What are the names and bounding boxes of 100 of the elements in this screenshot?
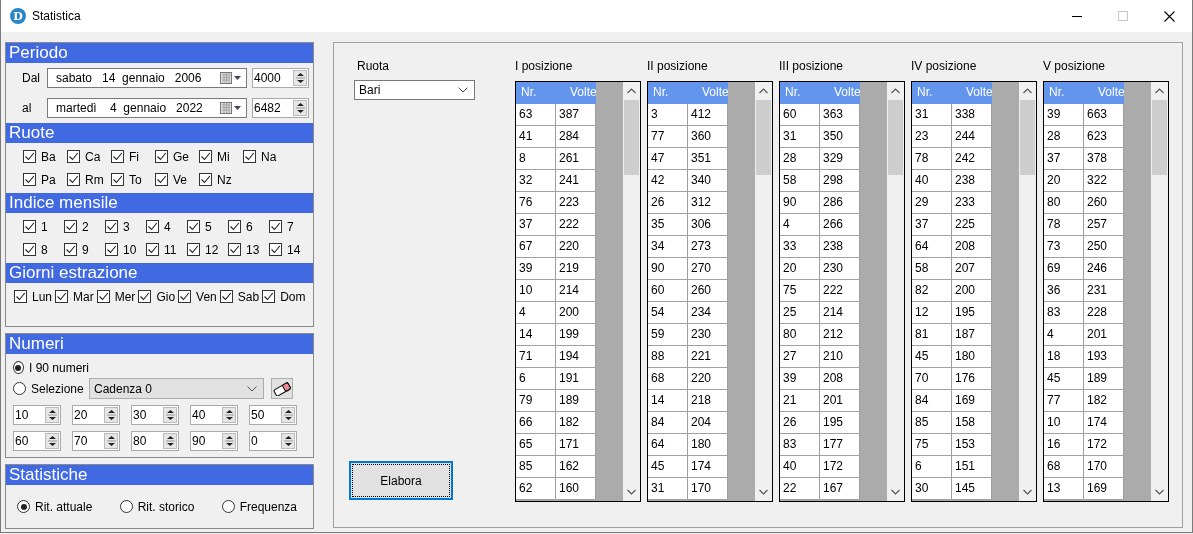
checkbox-indicator[interactable] [67, 150, 80, 163]
checkbox[interactable]: 10 [105, 240, 146, 259]
checkbox-indicator[interactable] [23, 220, 36, 233]
scrollbar[interactable] [1019, 82, 1036, 501]
spin-button[interactable] [281, 433, 295, 449]
number-field[interactable]: 40 [190, 405, 238, 425]
checkbox[interactable]: Mer [96, 287, 136, 306]
spin-button[interactable] [293, 100, 307, 116]
radio-indicator[interactable] [17, 500, 30, 513]
checkbox[interactable]: Pa [23, 170, 67, 189]
spin-button[interactable] [222, 407, 236, 423]
checkbox[interactable]: 13 [228, 240, 269, 259]
checkbox-indicator[interactable] [67, 173, 80, 186]
checkbox-indicator[interactable] [14, 290, 27, 303]
number-field[interactable]: 4000 [252, 68, 309, 88]
checkbox[interactable]: 5 [187, 217, 228, 236]
checkbox[interactable]: Nz [199, 170, 243, 189]
dropdown[interactable]: Cadenza 0 [89, 378, 264, 399]
number-field[interactable]: 10 [13, 405, 61, 425]
radio-button[interactable]: Rit. attuale [17, 497, 93, 516]
checkbox[interactable]: Sab [219, 287, 260, 306]
checkbox[interactable]: 3 [105, 217, 146, 236]
checkbox[interactable]: Mi [199, 147, 243, 166]
checkbox-indicator[interactable] [199, 173, 212, 186]
checkbox-indicator[interactable] [269, 220, 282, 233]
checkbox-indicator[interactable] [243, 150, 256, 163]
checkbox-indicator[interactable] [138, 290, 152, 303]
checkbox-indicator[interactable] [146, 243, 159, 256]
spin-button[interactable] [45, 407, 59, 423]
spin-button[interactable] [163, 407, 177, 423]
number-field[interactable]: 80 [131, 431, 179, 451]
radio-button[interactable]: Selezione [13, 379, 89, 398]
checkbox-indicator[interactable] [178, 290, 192, 303]
checkbox-indicator[interactable] [23, 173, 36, 186]
checkbox[interactable]: Ve [155, 170, 199, 189]
spin-button[interactable] [104, 407, 118, 423]
dropdown[interactable]: Bari [354, 80, 475, 100]
checkbox[interactable]: Mar [55, 287, 94, 306]
scrollbar[interactable] [1151, 82, 1168, 501]
scrollbar[interactable] [623, 82, 640, 501]
checkbox-indicator[interactable] [228, 220, 241, 233]
checkbox[interactable]: Ba [23, 147, 67, 166]
checkbox-indicator[interactable] [23, 243, 36, 256]
checkbox[interactable]: 14 [269, 240, 310, 259]
checkbox-indicator[interactable] [155, 150, 168, 163]
checkbox-indicator[interactable] [269, 243, 282, 256]
number-field[interactable]: 0 [249, 431, 297, 451]
spin-button[interactable] [45, 433, 59, 449]
checkbox[interactable]: To [111, 170, 155, 189]
checkbox-indicator[interactable] [55, 290, 69, 303]
checkbox[interactable]: 7 [269, 217, 310, 236]
scrollbar-thumb[interactable] [1020, 100, 1035, 175]
number-field[interactable]: 70 [72, 431, 120, 451]
checkbox[interactable]: Fi [111, 147, 155, 166]
process-button[interactable]: Elabora [349, 461, 453, 500]
number-field[interactable]: 60 [13, 431, 61, 451]
date-field[interactable]: martedì 4 gennaio 2022 [47, 98, 247, 118]
checkbox[interactable]: 2 [64, 217, 105, 236]
checkbox-indicator[interactable] [146, 220, 159, 233]
scrollbar[interactable] [887, 82, 904, 501]
checkbox[interactable]: 9 [64, 240, 105, 259]
checkbox[interactable]: 6 [228, 217, 269, 236]
checkbox[interactable]: Ca [67, 147, 111, 166]
checkbox[interactable]: 12 [187, 240, 228, 259]
checkbox[interactable]: Lun [14, 287, 53, 306]
scrollbar-thumb[interactable] [888, 100, 903, 175]
number-field[interactable]: 30 [131, 405, 179, 425]
checkbox-indicator[interactable] [219, 290, 233, 303]
checkbox[interactable]: 11 [146, 240, 187, 259]
radio-button[interactable]: Rit. storico [119, 497, 195, 516]
radio-indicator[interactable] [13, 382, 26, 395]
radio-indicator[interactable] [13, 361, 24, 374]
checkbox-indicator[interactable] [111, 150, 124, 163]
checkbox-indicator[interactable] [64, 220, 77, 233]
spin-button[interactable] [104, 433, 118, 449]
checkbox-indicator[interactable] [262, 290, 276, 303]
spin-button[interactable] [281, 407, 295, 423]
checkbox-indicator[interactable] [96, 290, 110, 303]
spin-button[interactable] [222, 433, 236, 449]
checkbox[interactable]: 8 [23, 240, 64, 259]
checkbox-indicator[interactable] [105, 220, 118, 233]
radio-indicator[interactable] [221, 500, 235, 513]
checkbox[interactable]: Ven [178, 287, 217, 306]
spin-button[interactable] [163, 433, 177, 449]
checkbox-indicator[interactable] [111, 173, 124, 186]
checkbox[interactable]: 1 [23, 217, 64, 236]
radio-button[interactable]: Frequenza [221, 497, 297, 516]
checkbox-indicator[interactable] [105, 243, 118, 256]
checkbox-indicator[interactable] [228, 243, 241, 256]
scrollbar-thumb[interactable] [756, 100, 771, 175]
checkbox[interactable]: Dom [262, 287, 306, 306]
eraser-button[interactable] [271, 378, 293, 399]
checkbox[interactable]: 4 [146, 217, 187, 236]
checkbox[interactable]: Rm [67, 170, 111, 189]
checkbox[interactable]: Na [243, 147, 287, 166]
checkbox-indicator[interactable] [155, 173, 168, 186]
number-field[interactable]: 50 [249, 405, 297, 425]
scrollbar[interactable] [755, 82, 772, 501]
checkbox-indicator[interactable] [187, 220, 200, 233]
checkbox-indicator[interactable] [187, 243, 200, 256]
